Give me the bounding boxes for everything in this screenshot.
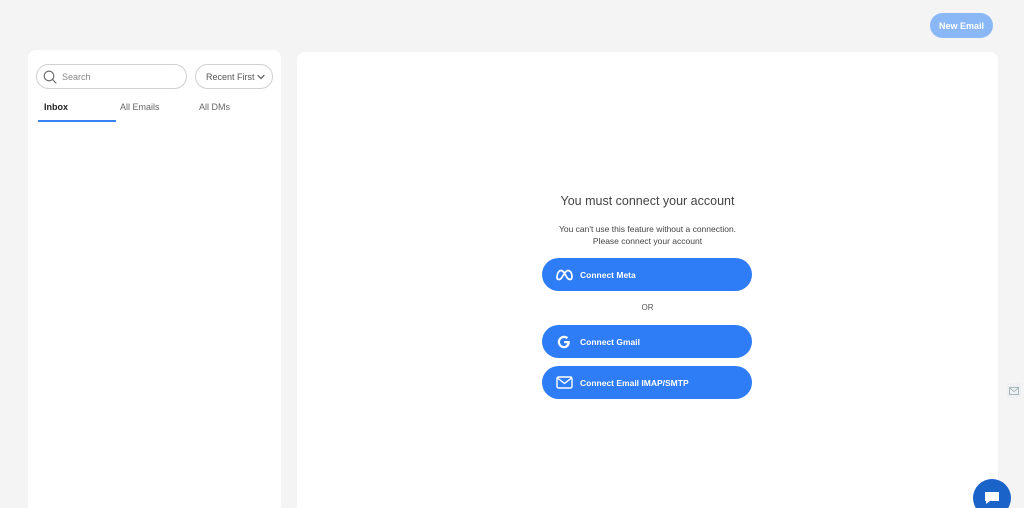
connect-subtitle: You can't use this feature without a con…	[297, 223, 998, 247]
connect-subtitle-line-2: Please connect your account	[592, 236, 703, 246]
or-divider: OR	[641, 303, 654, 312]
new-email-button[interactable]: New Email	[930, 13, 993, 38]
chat-icon	[985, 492, 999, 504]
conversation-list-panel: Recent First Inbox All Emails All DMs	[28, 50, 281, 508]
mailbox-tabs: Inbox All Emails All DMs	[38, 102, 273, 122]
app-page: New Email Recent First Inbox All Emails …	[0, 0, 1024, 508]
connect-imap-button[interactable]: Connect Email IMAP/SMTP	[542, 366, 752, 399]
connect-gmail-label: Connect Gmail	[580, 336, 640, 347]
search-input[interactable]	[62, 71, 172, 82]
connect-gmail-button[interactable]: Connect Gmail	[542, 325, 752, 358]
connect-subtitle-line-1: You can't use this feature without a con…	[558, 224, 737, 234]
gmail-side-icon[interactable]	[1007, 383, 1021, 398]
connection-panel: You must connect your account You can't …	[297, 52, 998, 508]
chat-widget-button[interactable]	[973, 479, 1011, 508]
search-box[interactable]	[36, 64, 187, 89]
tab-all-emails[interactable]: All Emails	[116, 102, 164, 122]
google-icon	[555, 333, 573, 351]
connect-title: You must connect your account	[560, 194, 735, 208]
connect-meta-label: Connect Meta	[580, 269, 636, 280]
sort-select-value: Recent First	[206, 71, 255, 82]
search-icon	[43, 70, 57, 84]
tab-inbox[interactable]: Inbox	[38, 102, 70, 122]
tab-all-dms[interactable]: All DMs	[198, 102, 238, 122]
connect-imap-label: Connect Email IMAP/SMTP	[580, 377, 689, 388]
sort-select[interactable]: Recent First	[195, 64, 273, 89]
meta-icon	[555, 266, 573, 284]
active-tab-indicator	[38, 120, 116, 122]
chevron-down-icon	[257, 74, 265, 79]
connect-meta-button[interactable]: Connect Meta	[542, 258, 752, 291]
mail-icon	[555, 374, 573, 392]
